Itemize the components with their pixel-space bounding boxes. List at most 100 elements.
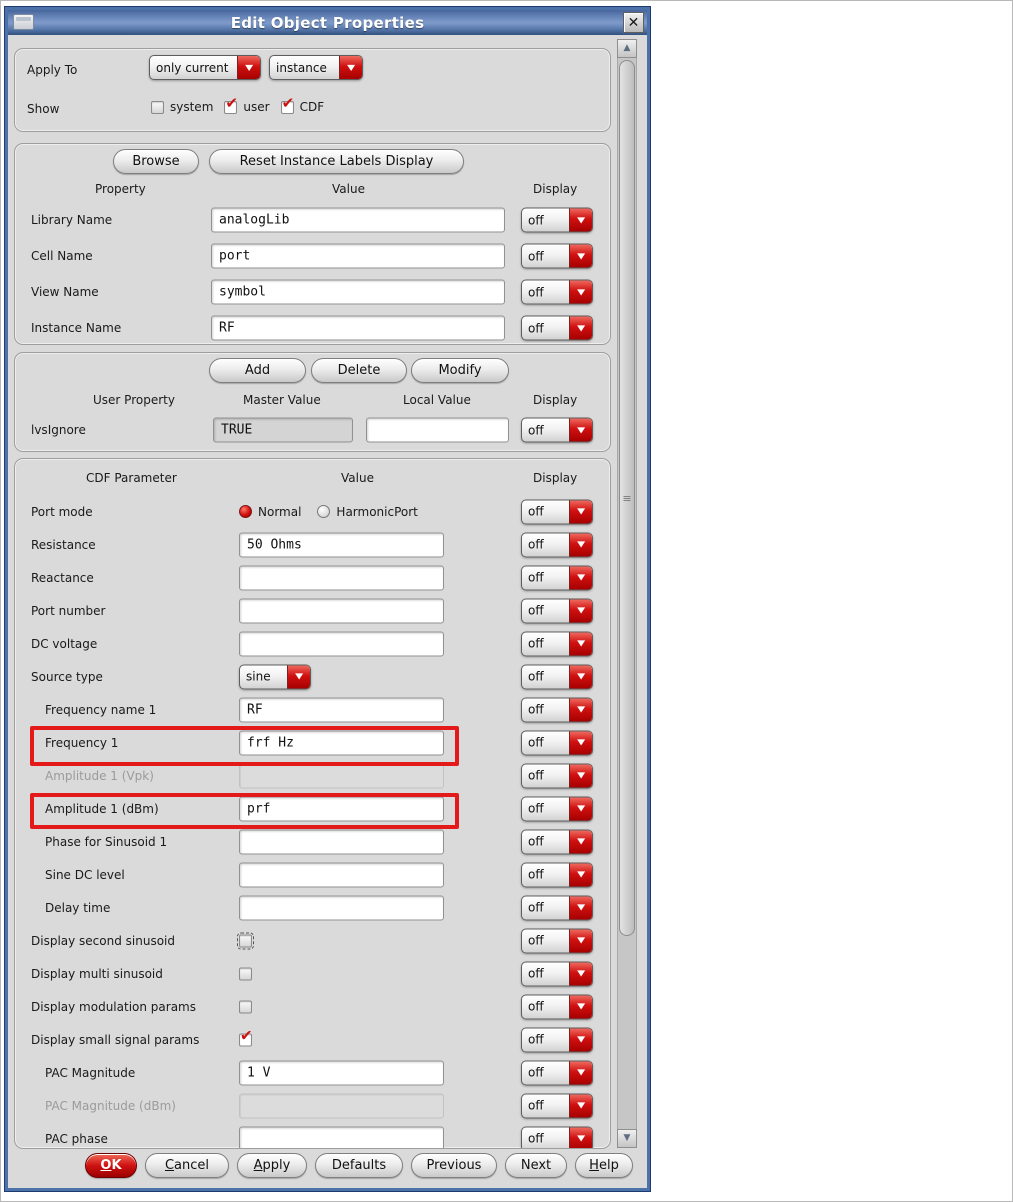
dropdown-arrow-button[interactable]: ▼ [237, 56, 260, 79]
source-type-display-dropdown[interactable]: off ▼ [521, 664, 593, 689]
dropdown-arrow-button[interactable]: ▼ [569, 418, 592, 442]
phase-for-sinusoid-1-input[interactable] [239, 829, 444, 854]
view-name-display-dropdown[interactable]: off ▼ [521, 279, 593, 305]
dropdown-arrow-button[interactable]: ▼ [569, 929, 592, 952]
amplitude-1-dbm-display-dropdown[interactable]: off ▼ [521, 796, 593, 821]
reactance-display-dropdown[interactable]: off ▼ [521, 565, 593, 590]
dropdown-arrow-button[interactable]: ▼ [569, 316, 592, 340]
scrollbar-thumb[interactable]: ≡ [619, 60, 635, 936]
next-button[interactable]: Next [505, 1153, 567, 1178]
delay-time-display-dropdown[interactable]: off ▼ [521, 895, 593, 920]
defaults-button[interactable]: Defaults [315, 1153, 403, 1178]
dropdown-arrow-button[interactable]: ▼ [339, 56, 362, 79]
instance-name-display-dropdown[interactable]: off ▼ [521, 315, 593, 341]
dropdown-arrow-button[interactable]: ▼ [569, 995, 592, 1018]
display-small-signal-params-display-dropdown[interactable]: off ▼ [521, 1027, 593, 1052]
display-modulation-params-display-dropdown[interactable]: off ▼ [521, 994, 593, 1019]
cdf-checkbox[interactable]: ✔ [280, 95, 294, 114]
dropdown-arrow-button[interactable]: ▼ [569, 863, 592, 886]
port-mode-harmonicport-radio[interactable] [317, 505, 331, 518]
frequency-name-1-input[interactable] [239, 697, 444, 722]
frequency-1-display-dropdown[interactable]: off ▼ [521, 730, 593, 755]
amplitude-1-dbm-input[interactable] [239, 796, 444, 821]
source-type-dropdown[interactable]: sine ▼ [239, 664, 311, 689]
display-second-sinusoid-checkbox[interactable]: ✔ [237, 932, 254, 949]
amplitude-1-vpk-display-dropdown[interactable]: off ▼ [521, 763, 593, 788]
dropdown-arrow-button[interactable]: ▼ [569, 665, 592, 688]
delay-time-input[interactable] [239, 895, 444, 920]
ok-button[interactable]: OK [85, 1153, 137, 1178]
apply-button[interactable]: Apply [237, 1153, 307, 1178]
scroll-down-button[interactable]: ▼ [617, 1129, 637, 1148]
cancel-button[interactable]: Cancel [145, 1153, 229, 1178]
dropdown-arrow-button[interactable]: ▼ [569, 244, 592, 268]
pac-magnitude-input[interactable] [239, 1060, 444, 1085]
apply-target-dropdown[interactable]: instance ▼ [269, 55, 363, 80]
pac-phase-input[interactable] [239, 1126, 444, 1148]
dropdown-arrow-button[interactable]: ▼ [569, 280, 592, 304]
reset-instance-labels-button[interactable]: Reset Instance Labels Display [209, 149, 464, 174]
dropdown-arrow-button[interactable]: ▼ [569, 698, 592, 721]
dropdown-arrow-button[interactable]: ▼ [569, 533, 592, 556]
dropdown-arrow-button[interactable]: ▼ [569, 500, 592, 523]
delete-button[interactable]: Delete [311, 358, 407, 383]
pac-phase-display-dropdown[interactable]: off ▼ [521, 1126, 593, 1148]
dc-voltage-input[interactable] [239, 631, 444, 656]
frequency-name-1-display-dropdown[interactable]: off ▼ [521, 697, 593, 722]
port-number-input[interactable] [239, 598, 444, 623]
dropdown-arrow-button[interactable]: ▼ [569, 764, 592, 787]
dropdown-arrow-button[interactable]: ▼ [569, 830, 592, 853]
lvsignore-display-dropdown[interactable]: off ▼ [521, 417, 593, 443]
scrollbar-track[interactable]: ≡ [617, 58, 637, 1129]
display-second-sinusoid-display-dropdown[interactable]: off ▼ [521, 928, 593, 953]
display-small-signal-params-checkbox[interactable]: ✔ [239, 1028, 253, 1046]
library-name-display-dropdown[interactable]: off ▼ [521, 207, 593, 233]
dc-voltage-display-dropdown[interactable]: off ▼ [521, 631, 593, 656]
dropdown-arrow-button[interactable]: ▼ [569, 208, 592, 232]
dropdown-arrow-button[interactable]: ▼ [569, 1094, 592, 1117]
window-menu-icon[interactable] [13, 14, 34, 30]
frequency-1-input[interactable] [239, 730, 444, 755]
reactance-input[interactable] [239, 565, 444, 590]
dropdown-arrow-button[interactable]: ▼ [569, 896, 592, 919]
close-button[interactable]: ✕ [623, 12, 644, 33]
dropdown-arrow-button[interactable]: ▼ [569, 797, 592, 820]
port-number-display-dropdown[interactable]: off ▼ [521, 598, 593, 623]
phase-for-sinusoid-1-display-dropdown[interactable]: off ▼ [521, 829, 593, 854]
apply-scope-dropdown[interactable]: only current ▼ [149, 55, 261, 80]
sine-dc-level-display-dropdown[interactable]: off ▼ [521, 862, 593, 887]
view-name-input[interactable] [211, 279, 505, 305]
dropdown-arrow-button[interactable]: ▼ [569, 731, 592, 754]
help-button[interactable]: Help [575, 1153, 633, 1178]
pac-magnitude-display-dropdown[interactable]: off ▼ [521, 1060, 593, 1085]
cell-name-display-dropdown[interactable]: off ▼ [521, 243, 593, 269]
modify-button[interactable]: Modify [411, 358, 509, 383]
display-modulation-params-checkbox[interactable]: ✔ [239, 1000, 252, 1013]
previous-button[interactable]: Previous [411, 1153, 497, 1178]
resistance-input[interactable] [239, 532, 444, 557]
system-checkbox[interactable]: ✔ [151, 100, 164, 114]
browse-button[interactable]: Browse [113, 149, 199, 174]
dropdown-arrow-button[interactable]: ▼ [569, 599, 592, 622]
display-multi-sinusoid-checkbox[interactable]: ✔ [239, 967, 252, 980]
user-checkbox[interactable]: ✔ [224, 95, 238, 114]
sine-dc-level-input[interactable] [239, 862, 444, 887]
add-button[interactable]: Add [209, 358, 306, 383]
lvsignore-master-value-input[interactable] [213, 417, 353, 443]
library-name-input[interactable] [211, 207, 505, 233]
resistance-display-dropdown[interactable]: off ▼ [521, 532, 593, 557]
port-mode-normal-radio[interactable] [239, 505, 252, 518]
port-mode-display-dropdown[interactable]: off ▼ [521, 499, 593, 524]
dropdown-arrow-button[interactable]: ▼ [569, 1127, 592, 1148]
vertical-scrollbar[interactable]: ▲ ≡ ▼ [617, 39, 637, 1148]
cell-name-input[interactable] [211, 243, 505, 269]
dropdown-arrow-button[interactable]: ▼ [569, 566, 592, 589]
dropdown-arrow-button[interactable]: ▼ [287, 665, 310, 688]
dropdown-arrow-button[interactable]: ▼ [569, 632, 592, 655]
dropdown-arrow-button[interactable]: ▼ [569, 1028, 592, 1051]
instance-name-input[interactable] [211, 315, 505, 341]
lvsignore-local-value-input[interactable] [366, 417, 509, 443]
pac-magnitude-dbm-display-dropdown[interactable]: off ▼ [521, 1093, 593, 1118]
dropdown-arrow-button[interactable]: ▼ [569, 962, 592, 985]
display-multi-sinusoid-display-dropdown[interactable]: off ▼ [521, 961, 593, 986]
